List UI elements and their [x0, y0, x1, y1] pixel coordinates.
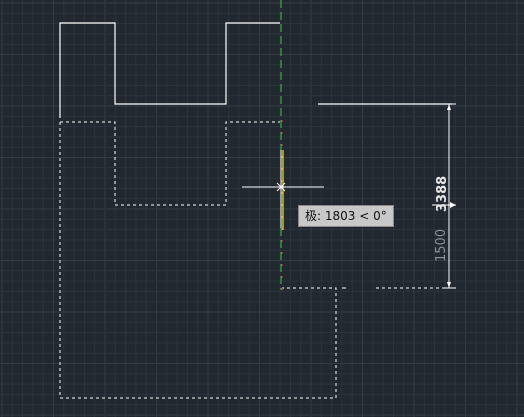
- dimension-edit-text[interactable]: 3388: [435, 176, 450, 212]
- dimension-value-text[interactable]: 1500: [434, 229, 449, 262]
- drawing-canvas[interactable]: 1500 3388: [0, 0, 524, 417]
- drawing-viewport[interactable]: 1500 3388 极: 1803 < 0°: [0, 0, 524, 417]
- dimension-arrow-top: [447, 104, 451, 110]
- dimension-arrow-bottom: [447, 282, 451, 288]
- polar-tracking-tooltip: 极: 1803 < 0°: [298, 205, 394, 227]
- solid-upper-profile[interactable]: [59, 22, 280, 118]
- dashed-preview-outline: [60, 121, 280, 206]
